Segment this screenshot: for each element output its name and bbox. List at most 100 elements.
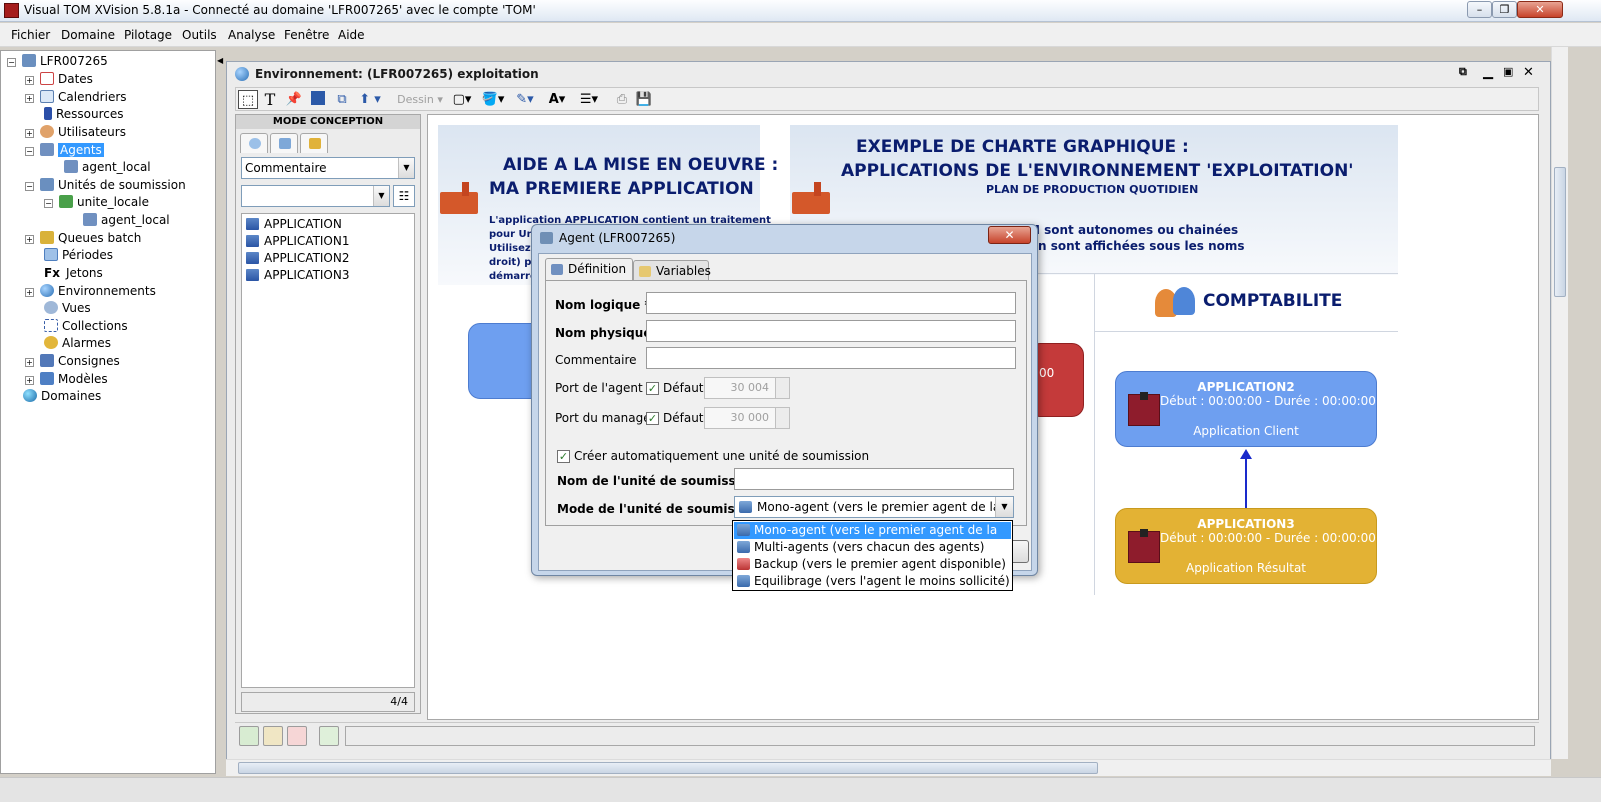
tree-item-domaines[interactable]: Domaines bbox=[23, 388, 101, 405]
port-agent-spinner[interactable]: 30 004 bbox=[704, 377, 790, 399]
tree-item-calendriers[interactable]: + Calendriers bbox=[25, 89, 127, 106]
tree-item-periodes[interactable]: Périodes bbox=[44, 247, 113, 264]
nom-physique-input[interactable] bbox=[646, 320, 1016, 342]
chevron-down-icon[interactable]: ▼ bbox=[373, 186, 389, 206]
palette-type-select[interactable]: Commentaire ▼ bbox=[241, 157, 415, 179]
scroll-thumb[interactable] bbox=[1554, 167, 1566, 297]
save-icon[interactable]: 💾 bbox=[634, 90, 654, 109]
tree-splitter[interactable]: ◀ bbox=[216, 50, 224, 774]
expand-icon[interactable]: + bbox=[25, 376, 34, 385]
tree-item-unit-agent-local[interactable]: agent_local bbox=[83, 212, 170, 229]
chevron-down-icon[interactable]: ▼ bbox=[398, 158, 414, 178]
tab-search[interactable] bbox=[240, 133, 268, 153]
collapse-icon[interactable]: − bbox=[44, 199, 53, 208]
menu-outils[interactable]: Outils bbox=[182, 28, 217, 42]
tree-item-vues[interactable]: Vues bbox=[44, 300, 91, 317]
spinner-arrows-icon[interactable] bbox=[775, 378, 789, 398]
rectangle-tool-icon[interactable] bbox=[308, 90, 328, 109]
tree-root[interactable]: − LFR007265 bbox=[7, 53, 108, 70]
tree-item-agent-local[interactable]: agent_local bbox=[64, 159, 151, 176]
tab-table[interactable] bbox=[270, 133, 298, 153]
tree-item-agents[interactable]: − Agents bbox=[25, 142, 104, 159]
option-equilibrage[interactable]: Equilibrage (vers l'agent le moins solli… bbox=[734, 573, 1011, 590]
list-view-button[interactable]: ☷ bbox=[393, 185, 415, 207]
tree-item-environnements[interactable]: + Environnements bbox=[25, 283, 156, 300]
application3-box[interactable]: APPLICATION3 Début : 00:00:00 - Durée : … bbox=[1115, 508, 1377, 584]
list-item[interactable]: APPLICATION bbox=[246, 216, 342, 233]
menu-pilotage[interactable]: Pilotage bbox=[124, 28, 172, 42]
edit-icon[interactable] bbox=[239, 726, 259, 746]
expand-icon[interactable]: + bbox=[25, 129, 34, 138]
list-item[interactable]: APPLICATION1 bbox=[246, 233, 350, 250]
validate-icon[interactable] bbox=[319, 726, 339, 746]
border-style-icon[interactable]: ▢▾ bbox=[448, 90, 476, 109]
option-mono-agent[interactable]: Mono-agent (vers le premier agent de la … bbox=[734, 522, 1011, 554]
unit-mode-select[interactable]: Mono-agent (vers le premier agent de la … bbox=[734, 496, 1014, 534]
tree-item-unite-locale[interactable]: − unite_locale bbox=[44, 194, 149, 211]
application2-box[interactable]: APPLICATION2 Début : 00:00:00 - Durée : … bbox=[1115, 371, 1377, 447]
port-manager-default-checkbox[interactable]: ✓ bbox=[646, 412, 659, 425]
create-unit-checkbox[interactable]: ✓ bbox=[557, 450, 570, 463]
expand-icon[interactable]: + bbox=[25, 288, 34, 297]
palette-filter-input[interactable]: ▼ bbox=[241, 185, 390, 207]
tab-variables[interactable]: Variables bbox=[633, 260, 711, 281]
line-color-icon[interactable]: ✎▾ bbox=[510, 90, 540, 109]
list-item[interactable]: APPLICATION3 bbox=[246, 267, 350, 284]
dialog-close-button[interactable]: ✕ bbox=[988, 226, 1031, 244]
option-backup[interactable]: Backup (vers le premier agent disponible… bbox=[734, 556, 1011, 573]
tree-item-ressources[interactable]: Ressources bbox=[44, 106, 124, 123]
text-tool-icon[interactable]: T bbox=[260, 90, 280, 109]
dessin-dropdown[interactable]: Dessin ▾ bbox=[396, 90, 444, 109]
tree-item-dates[interactable]: + Dates bbox=[25, 71, 93, 88]
option-multi-agents[interactable]: Multi-agents (vers chacun des agents) bbox=[734, 539, 1011, 556]
tree-item-consignes[interactable]: + Consignes bbox=[25, 353, 120, 370]
unit-name-input[interactable] bbox=[734, 468, 1014, 490]
hierarchy-tool-icon[interactable]: ⧉ bbox=[332, 90, 352, 109]
vertical-scrollbar[interactable] bbox=[1551, 47, 1568, 759]
expand-icon[interactable]: + bbox=[25, 358, 34, 367]
pin-tool-icon[interactable]: 📌 bbox=[284, 90, 304, 109]
close-icon[interactable]: ✕ bbox=[1523, 65, 1534, 80]
font-color-icon[interactable]: A▾ bbox=[542, 90, 572, 109]
port-agent-default-checkbox[interactable]: ✓ bbox=[646, 382, 659, 395]
tab-box[interactable] bbox=[300, 133, 328, 153]
maximize-icon[interactable]: ▣ bbox=[1503, 65, 1513, 78]
expand-icon[interactable]: + bbox=[25, 76, 34, 85]
collapse-arrow-icon[interactable]: ◀ bbox=[217, 56, 223, 65]
select-tool-icon[interactable]: ⬚ bbox=[238, 90, 258, 109]
tab-definition[interactable]: Définition bbox=[545, 258, 633, 281]
menu-aide[interactable]: Aide bbox=[338, 28, 365, 42]
expand-icon[interactable]: + bbox=[25, 94, 34, 103]
menu-domaine[interactable]: Domaine bbox=[61, 28, 115, 42]
arrow-up-tool-icon[interactable]: ⬆ ▾ bbox=[354, 90, 386, 109]
nom-logique-input[interactable] bbox=[646, 292, 1016, 314]
restore-icon[interactable]: ⧉ bbox=[1459, 65, 1467, 79]
menu-fichier[interactable]: Fichier bbox=[11, 28, 50, 42]
collapse-icon[interactable]: − bbox=[25, 147, 34, 156]
expand-icon[interactable]: + bbox=[25, 235, 34, 244]
minimize-icon[interactable]: ▁ bbox=[1483, 65, 1493, 80]
menu-fenetre[interactable]: Fenêtre bbox=[284, 28, 329, 42]
scroll-thumb[interactable] bbox=[238, 762, 1098, 774]
fill-color-icon[interactable]: 🪣▾ bbox=[478, 90, 508, 109]
grid-icon[interactable] bbox=[263, 726, 283, 746]
collapse-icon[interactable]: − bbox=[25, 182, 34, 191]
close-button[interactable]: ✕ bbox=[1517, 1, 1563, 18]
chevron-down-icon[interactable]: ▼ bbox=[995, 497, 1013, 517]
list-item[interactable]: APPLICATION2 bbox=[246, 250, 350, 267]
spinner-arrows-icon[interactable] bbox=[775, 408, 789, 428]
maximize-button[interactable]: ❐ bbox=[1492, 1, 1517, 18]
tree-item-collections[interactable]: Collections bbox=[44, 318, 128, 335]
tree-item-modeles[interactable]: + Modèles bbox=[25, 371, 108, 388]
tree-item-unites[interactable]: − Unités de soumission bbox=[25, 177, 186, 194]
menu-analyse[interactable]: Analyse bbox=[228, 28, 275, 42]
horizontal-scrollbar[interactable] bbox=[226, 759, 1551, 776]
commentaire-input[interactable] bbox=[646, 347, 1016, 369]
tree-item-jetons[interactable]: Fx Jetons bbox=[44, 265, 103, 282]
tree-item-queues[interactable]: + Queues batch bbox=[25, 230, 141, 247]
port-manager-spinner[interactable]: 30 000 bbox=[704, 407, 790, 429]
print-icon[interactable]: ⎙ bbox=[612, 90, 632, 109]
collapse-icon[interactable]: − bbox=[7, 58, 16, 67]
minimize-button[interactable]: – bbox=[1467, 1, 1492, 18]
zoom-icon[interactable] bbox=[287, 726, 307, 746]
